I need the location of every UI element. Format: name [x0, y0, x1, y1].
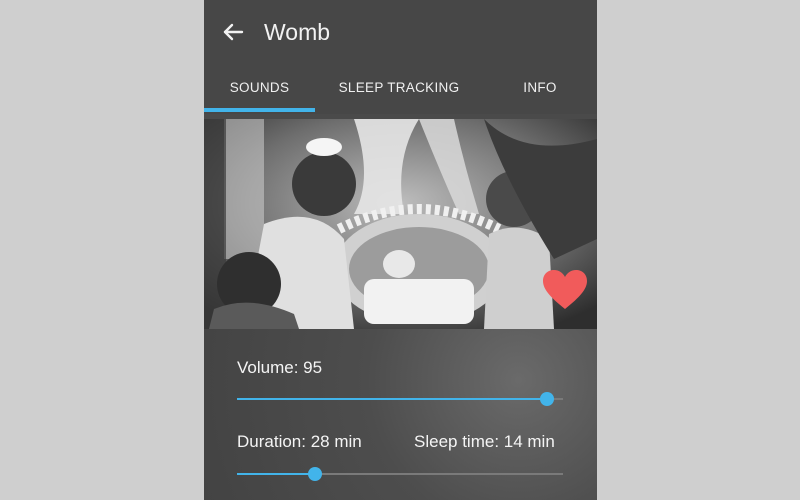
volume-thumb[interactable]	[539, 392, 554, 406]
bassinet-photo-image	[204, 119, 597, 329]
page-title: Womb	[264, 19, 331, 45]
duration-fill	[237, 473, 316, 475]
arrow-left-icon	[223, 23, 244, 41]
duration-label: Duration: 28 min	[237, 432, 362, 451]
favorite-button[interactable]	[542, 269, 588, 311]
app-bar: Womb	[204, 0, 597, 64]
volume-fill	[237, 398, 547, 400]
heart-icon	[543, 270, 587, 309]
tab-info[interactable]: INFO	[483, 64, 597, 114]
tab-indicator	[204, 108, 315, 112]
sound-controls: Volume: 95 Duration: 28 min Sleep time: …	[204, 329, 597, 500]
tab-sounds[interactable]: SOUNDS	[204, 64, 315, 114]
volume-label: Volume: 95	[237, 358, 323, 377]
sound-photo	[204, 119, 597, 329]
duration-slider[interactable]	[237, 464, 563, 484]
sleep-time-label: Sleep time: 14 min	[414, 432, 555, 451]
tab-bar: SOUNDS SLEEP TRACKING INFO	[204, 64, 597, 114]
tab-sleep-tracking[interactable]: SLEEP TRACKING	[315, 64, 483, 114]
volume-slider[interactable]	[237, 389, 563, 409]
back-button[interactable]	[218, 17, 248, 47]
duration-thumb[interactable]	[308, 467, 323, 481]
app-screen: Womb SOUNDS SLEEP TRACKING INFO Volume: …	[204, 0, 597, 500]
